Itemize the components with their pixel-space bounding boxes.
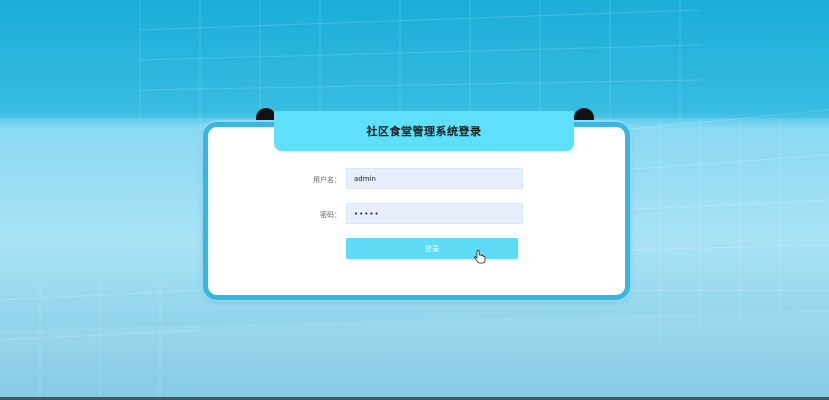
hand-pointer-icon [474,250,486,264]
login-button-label: 登录 [425,244,439,253]
title-banner: 社区食堂管理系统登录 [274,111,574,151]
page-title: 社区食堂管理系统登录 [366,125,482,138]
username-label: 用户名： [313,176,341,184]
login-button[interactable]: 登录 [346,238,518,259]
password-label: 密码： [320,211,341,219]
password-input[interactable]: ••••• [346,203,523,224]
username-input[interactable]: admin [346,168,523,189]
